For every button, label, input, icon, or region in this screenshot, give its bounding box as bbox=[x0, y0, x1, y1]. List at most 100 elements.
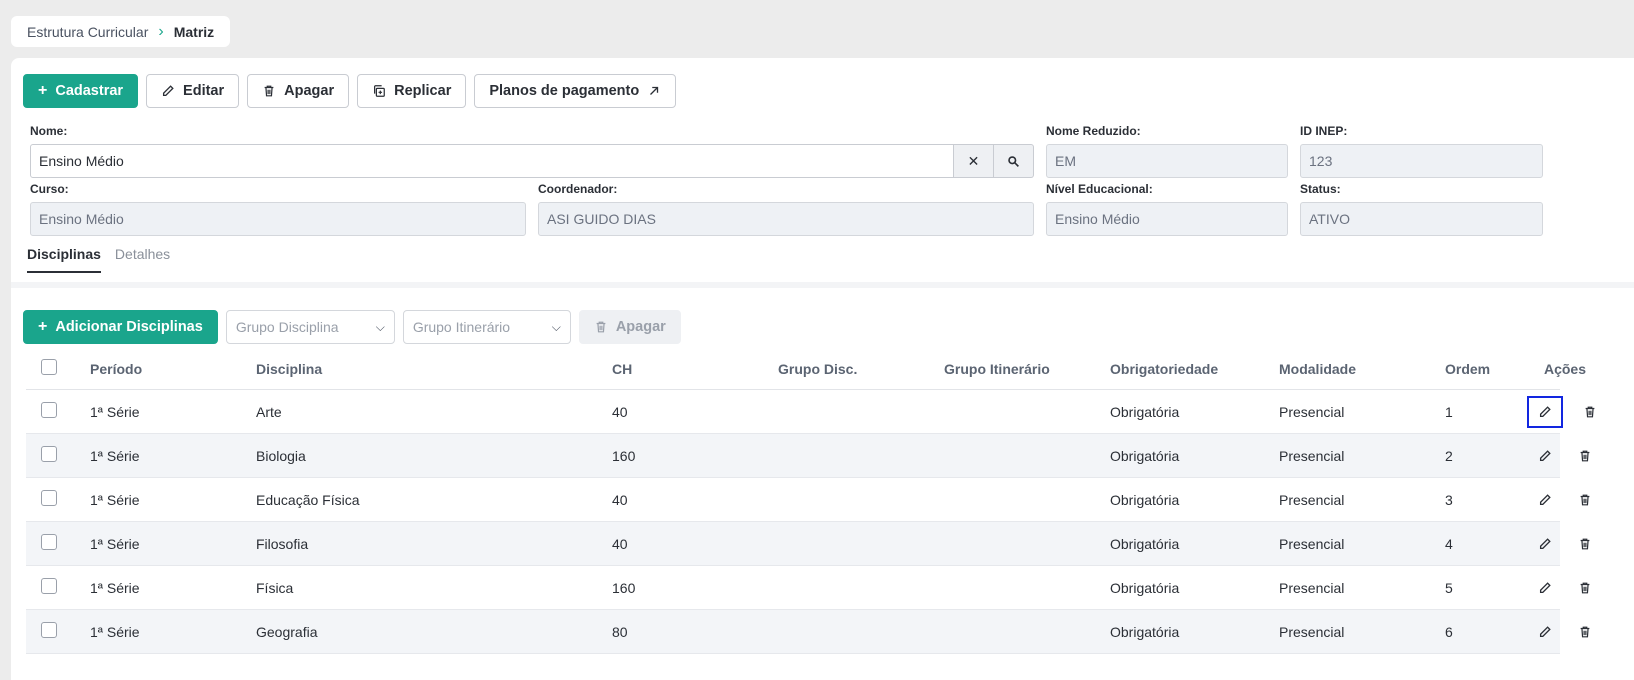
table-row[interactable]: 1ª Série Educação Física 40 Obrigatória Pres… bbox=[26, 478, 1590, 522]
cell-ch: 40 bbox=[612, 491, 628, 508]
apagar-button[interactable]: Apagar bbox=[247, 74, 350, 108]
cell-periodo: 1ª Série bbox=[90, 535, 140, 552]
pencil-icon[interactable] bbox=[1532, 487, 1558, 513]
nome-field: Nome: Ensino Médio ✕ bbox=[30, 124, 1034, 178]
cell-disciplina: Educação Física bbox=[256, 491, 360, 508]
table-row[interactable]: 1ª Série Biologia 160 Obrigatória Presencial… bbox=[26, 434, 1590, 478]
row-actions bbox=[1525, 395, 1605, 428]
grupo-itinerario-select[interactable]: Grupo Itinerário ⌵ bbox=[402, 310, 571, 344]
row-actions bbox=[1525, 487, 1605, 513]
editar-button[interactable]: Editar bbox=[146, 74, 240, 108]
nivel-educacional-label: Nível Educacional: bbox=[1046, 182, 1153, 196]
pencil-icon[interactable] bbox=[1532, 619, 1558, 645]
trash-icon[interactable] bbox=[1572, 443, 1598, 469]
pencil-icon[interactable] bbox=[1532, 531, 1558, 557]
header-grupo-disc[interactable]: Grupo Disc. bbox=[778, 361, 944, 377]
grupo-disciplina-select[interactable]: Grupo Disciplina ⌵ bbox=[225, 310, 395, 344]
cell-obrigatoriedade: Obrigatória bbox=[1110, 535, 1180, 552]
table-row[interactable]: 1ª Série Geografia 80 Obrigatória Presencial… bbox=[26, 610, 1590, 654]
row-checkbox[interactable] bbox=[41, 578, 57, 594]
cell-modalidade: Presencial bbox=[1279, 535, 1345, 552]
header-periodo[interactable]: Período bbox=[90, 361, 256, 377]
plus-icon: + bbox=[38, 318, 48, 335]
header-ordem[interactable]: Ordem bbox=[1445, 361, 1525, 377]
apagar-label: Apagar bbox=[284, 83, 335, 99]
status-label: Status: bbox=[1300, 182, 1341, 196]
row-checkbox[interactable] bbox=[41, 534, 57, 550]
cell-obrigatoriedade: Obrigatória bbox=[1110, 623, 1180, 640]
row-actions bbox=[1525, 575, 1605, 601]
select-all-checkbox[interactable] bbox=[41, 359, 57, 375]
cell-periodo: 1ª Série bbox=[90, 491, 140, 508]
cell-modalidade: Presencial bbox=[1279, 579, 1345, 596]
cell-ordem: 2 bbox=[1445, 447, 1453, 464]
chevron-down-icon: ⌵ bbox=[375, 319, 385, 334]
cell-modalidade: Presencial bbox=[1279, 623, 1345, 640]
tab-detalhes[interactable]: Detalhes bbox=[115, 246, 170, 273]
curso-input[interactable]: Ensino Médio bbox=[30, 202, 526, 236]
cadastrar-button[interactable]: + Cadastrar bbox=[23, 74, 139, 108]
replicar-button[interactable]: Replicar bbox=[357, 74, 467, 108]
table-header: Período Disciplina CH Grupo Disc. Grupo … bbox=[26, 348, 1586, 390]
clear-icon[interactable]: ✕ bbox=[954, 144, 994, 178]
cell-obrigatoriedade: Obrigatória bbox=[1110, 447, 1180, 464]
pencil-icon[interactable] bbox=[1527, 395, 1563, 428]
table-row[interactable]: 1ª Série Física 160 Obrigatória Presencial 5 bbox=[26, 566, 1590, 610]
planos-pagamento-button[interactable]: Planos de pagamento bbox=[474, 74, 677, 108]
main-toolbar: + Cadastrar Editar Apagar Replicar Plano… bbox=[23, 74, 677, 108]
row-checkbox[interactable] bbox=[41, 490, 57, 506]
table-row[interactable]: 1ª Série Filosofia 40 Obrigatória Presencial… bbox=[26, 522, 1590, 566]
trash-icon[interactable] bbox=[1577, 399, 1603, 425]
coordenador-input[interactable]: ASI GUIDO DIAS bbox=[538, 202, 1034, 236]
search-icon[interactable] bbox=[994, 144, 1034, 178]
coordenador-field: Coordenador: ASI GUIDO DIAS bbox=[538, 182, 1034, 236]
apagar-disciplinas-button[interactable]: Apagar bbox=[578, 310, 681, 344]
adicionar-disciplinas-button[interactable]: + Adicionar Disciplinas bbox=[23, 310, 218, 344]
header-obrigatoriedade[interactable]: Obrigatoriedade bbox=[1110, 361, 1279, 377]
row-actions bbox=[1525, 443, 1605, 469]
cell-disciplina: Arte bbox=[256, 403, 282, 420]
pencil-icon[interactable] bbox=[1532, 575, 1558, 601]
cell-ch: 160 bbox=[612, 579, 636, 596]
status-input[interactable]: ATIVO bbox=[1300, 202, 1543, 236]
nome-reduzido-field: Nome Reduzido: EM bbox=[1046, 124, 1288, 178]
nivel-educacional-input[interactable]: Ensino Médio bbox=[1046, 202, 1288, 236]
table-row[interactable]: 1ª Série Arte 40 Obrigatória Presencial 1 bbox=[26, 390, 1595, 434]
cell-disciplina: Física bbox=[256, 579, 294, 596]
header-acoes: Ações bbox=[1543, 360, 1587, 377]
copy-icon bbox=[374, 85, 385, 97]
section-divider bbox=[11, 282, 1634, 288]
trash-icon[interactable] bbox=[1572, 619, 1598, 645]
breadcrumb-estrutura-curricular[interactable]: Estrutura Curricular bbox=[27, 24, 148, 40]
nome-reduzido-input[interactable]: EM bbox=[1046, 144, 1288, 178]
cell-modalidade: Presencial bbox=[1279, 403, 1345, 420]
pencil-icon bbox=[163, 85, 174, 97]
nome-input[interactable]: Ensino Médio bbox=[30, 144, 954, 178]
trash-icon[interactable] bbox=[1572, 575, 1598, 601]
header-disciplina[interactable]: Disciplina bbox=[256, 361, 612, 377]
header-modalidade[interactable]: Modalidade bbox=[1279, 361, 1445, 377]
chevron-down-icon: ⌵ bbox=[551, 319, 561, 334]
main-card: + Cadastrar Editar Apagar Replicar Plano… bbox=[11, 58, 1634, 680]
nome-reduzido-label: Nome Reduzido: bbox=[1046, 124, 1141, 138]
trash-icon[interactable] bbox=[1572, 487, 1598, 513]
row-checkbox[interactable] bbox=[41, 622, 57, 638]
tab-disciplinas[interactable]: Disciplinas bbox=[27, 246, 101, 273]
id-inep-input[interactable]: 123 bbox=[1300, 144, 1543, 178]
cell-disciplina: Geografia bbox=[256, 623, 318, 640]
trash-icon[interactable] bbox=[1572, 531, 1598, 557]
disciplinas-toolbar: + Adicionar Disciplinas Grupo Disciplina… bbox=[23, 310, 681, 344]
row-actions bbox=[1525, 531, 1605, 557]
trash-icon bbox=[596, 321, 606, 333]
header-grupo-itinerario[interactable]: Grupo Itinerário bbox=[944, 361, 1110, 377]
curso-label: Curso: bbox=[30, 182, 69, 196]
row-checkbox[interactable] bbox=[41, 402, 57, 418]
row-actions bbox=[1525, 619, 1605, 645]
pencil-icon[interactable] bbox=[1532, 443, 1558, 469]
grupo-itinerario-placeholder: Grupo Itinerário bbox=[412, 319, 511, 335]
curso-field: Curso: Ensino Médio bbox=[30, 182, 526, 236]
header-ch[interactable]: CH bbox=[612, 361, 778, 377]
cell-ordem: 6 bbox=[1445, 623, 1453, 640]
breadcrumb-matriz: Matriz bbox=[173, 23, 215, 40]
row-checkbox[interactable] bbox=[41, 446, 57, 462]
